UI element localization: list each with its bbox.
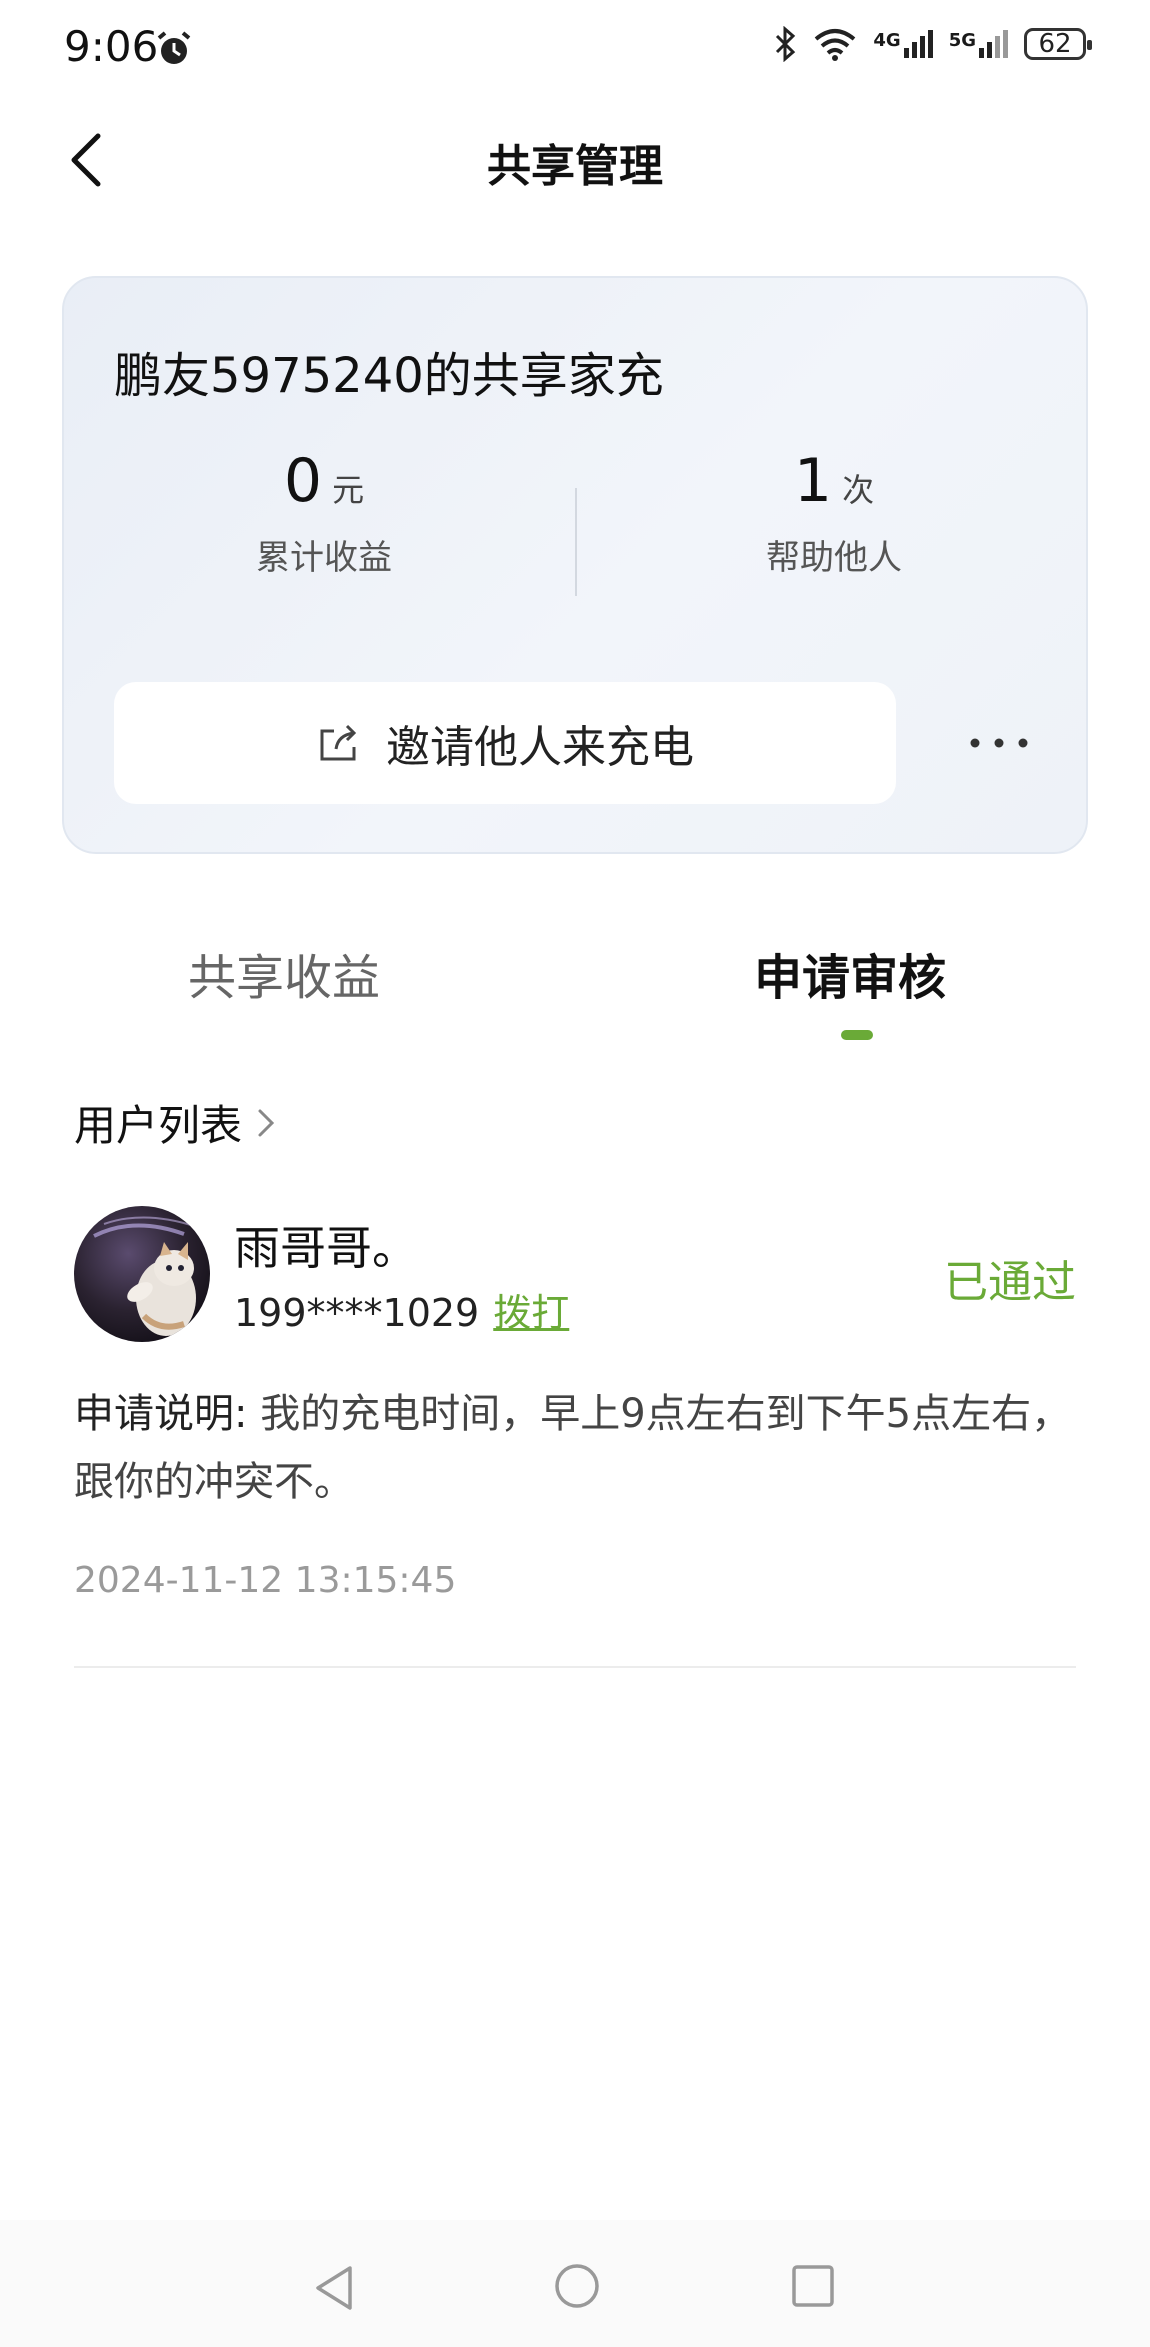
help-stat: 1次 帮助他人 (664, 446, 1004, 579)
card-title: 鹏友5975240的共享家充 (114, 348, 664, 404)
application-time: 2024-11-12 13:15:45 (74, 1560, 457, 1601)
status-badge: 已通过 (944, 1257, 1076, 1308)
income-unit: 元 (332, 471, 365, 509)
help-label: 帮助他人 (766, 538, 902, 578)
invite-button[interactable]: 邀请他人来充电 (114, 682, 896, 804)
avatar (74, 1206, 210, 1342)
signal-4g-label: 4G (873, 30, 901, 51)
tab-share-income[interactable]: 共享收益 (188, 938, 380, 1008)
bluetooth-icon (776, 26, 796, 62)
status-indicators: 4G 5G 62 (773, 26, 1092, 62)
nav-recent-apps-icon[interactable] (790, 2263, 836, 2309)
user-phone-row: 199****1029 拨打 (234, 1282, 569, 1337)
invite-button-label: 邀请他人来充电 (386, 722, 694, 773)
user-list-title: 用户列表 (74, 1101, 243, 1150)
share-summary-card: 鹏友5975240的共享家充 0元 累计收益 1次 帮助他人 邀请他人来充电 (62, 276, 1088, 854)
battery-icon: 62 (1024, 28, 1092, 60)
page-title: 共享管理 (487, 141, 663, 192)
user-name: 雨哥哥。 (234, 1221, 418, 1275)
nav-back-icon[interactable] (310, 2262, 360, 2314)
stat-divider (575, 488, 577, 596)
signal-5g-icon: 5G (949, 30, 1008, 58)
chevron-right-icon (258, 1109, 275, 1136)
nav-home-icon[interactable] (553, 2262, 601, 2310)
help-value: 1 (793, 446, 833, 516)
user-list-link[interactable]: 用户列表 (74, 1092, 278, 1153)
user-phone: 199****1029 (234, 1291, 480, 1335)
more-icon (970, 738, 1028, 748)
income-stat: 0元 累计收益 (154, 446, 494, 579)
application-note-label: 申请说明: (74, 1391, 248, 1437)
call-link[interactable]: 拨打 (493, 1282, 569, 1337)
cat-photo-icon (74, 1206, 210, 1342)
share-icon (320, 724, 357, 761)
status-time: 9:06 (64, 22, 159, 71)
battery-level: 62 (1038, 29, 1072, 59)
wifi-icon (815, 29, 856, 61)
more-options-button[interactable] (944, 708, 1054, 778)
income-label: 累计收益 (256, 538, 392, 578)
row-divider (74, 1666, 1076, 1668)
active-tab-indicator (841, 1030, 873, 1040)
signal-5g-label: 5G (948, 30, 976, 51)
tab-application-review[interactable]: 申请审核 (754, 938, 946, 1008)
help-unit: 次 (842, 471, 875, 509)
income-value: 0 (283, 446, 323, 516)
application-note: 申请说明: 我的充电时间，早上9点左右到下午5点左右，跟你的冲突不。 (74, 1380, 1076, 1516)
signal-4g-icon: 4G (873, 30, 933, 58)
alarm-icon (157, 31, 191, 64)
